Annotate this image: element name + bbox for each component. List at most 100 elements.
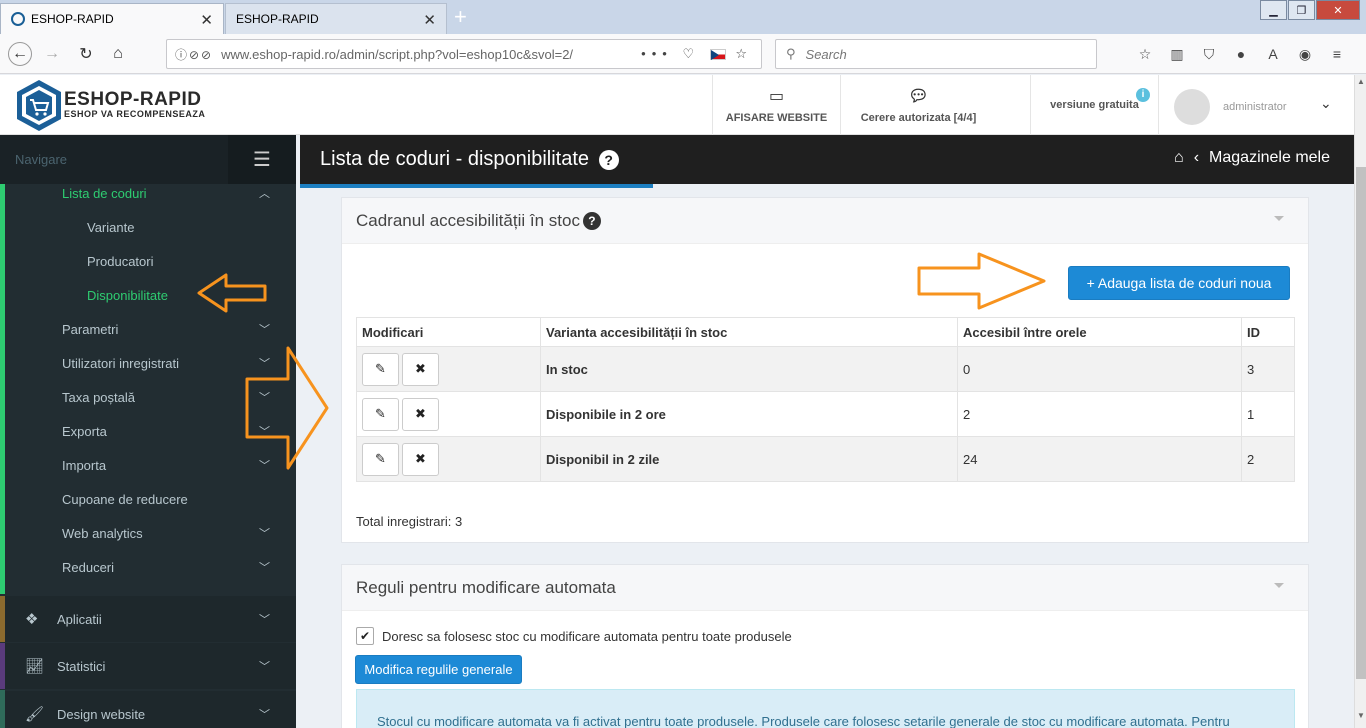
chevron-down-icon: ﹀ — [259, 528, 270, 540]
search-placeholder: Search — [805, 46, 847, 62]
scroll-up-icon[interactable]: ▲ — [1355, 77, 1366, 91]
collapse-icon[interactable] — [1274, 216, 1284, 221]
avatar[interactable] — [1174, 89, 1210, 125]
sidebar-item-parametri[interactable]: Parametri ﹀ — [5, 312, 296, 346]
stock-variant-name: Disponibile in 2 ore — [540, 391, 958, 437]
box-header: Reguli pentru modificare automata — [342, 565, 1308, 611]
edit-pencil-icon[interactable]: ✎ — [362, 397, 399, 431]
table-row: ✎ ✖ Disponibil in 2 zile 24 2 — [356, 436, 1295, 482]
sidebar-item-web-analytics[interactable]: Web analytics ﹀ — [5, 516, 296, 550]
reload-icon[interactable]: ↻ — [74, 42, 98, 66]
delete-x-icon[interactable]: ✖ — [402, 397, 439, 431]
stock-variant-name: Disponibil in 2 zile — [540, 436, 958, 482]
new-tab-icon[interactable]: + — [454, 4, 467, 30]
navigation-label: Navigare — [15, 152, 68, 167]
search-icon: ⚲ — [786, 46, 796, 61]
chevron-down-icon: ﹀ — [259, 562, 270, 574]
sidebar-section-label: Design website — [57, 706, 146, 722]
sidebar-item-cupoane[interactable]: Cupoane de reducere — [5, 482, 296, 516]
czech-flag-icon[interactable] — [709, 49, 726, 61]
auto-stock-checkbox[interactable]: ✔ — [356, 627, 374, 645]
pocket-icon[interactable]: ♡ — [682, 46, 700, 61]
bookmarks-icon[interactable]: ☆ — [1136, 46, 1154, 63]
app-header: ESHOP-RAPID ESHOP VA RECOMPENSEAZA ▭ AFI… — [0, 75, 1354, 135]
sidebar-item-reduceri[interactable]: Reduceri ﹀ — [5, 550, 296, 584]
close-tab-icon[interactable]: ✕ — [423, 11, 436, 29]
annotation-arrow-left-icon — [197, 273, 267, 313]
sidebar-section-statistici[interactable]: 📈︎ Statistici ﹀ — [5, 643, 296, 689]
sidebar-item-variante[interactable]: Variante — [5, 210, 296, 244]
scroll-down-icon[interactable]: ▼ — [1355, 711, 1366, 725]
chevron-down-icon: ﹀ — [259, 661, 270, 673]
edit-general-rules-button[interactable]: Modifica regulile generale — [355, 655, 522, 684]
box-title: Cadranul accesibilității în stoc — [356, 210, 580, 230]
minimize-icon[interactable]: ▁ — [1260, 0, 1287, 20]
delete-x-icon[interactable]: ✖ — [402, 352, 439, 386]
page-actions: ••• ♡ ☆ — [633, 46, 761, 62]
requests-button[interactable]: 💬︎ Cerere autorizata [4/4] — [840, 75, 996, 135]
close-tab-icon[interactable]: ✕ — [200, 11, 213, 29]
maximize-icon[interactable]: ❐ — [1288, 0, 1315, 20]
eshop-logo-icon[interactable] — [14, 78, 64, 133]
forward-icon[interactable]: → — [40, 42, 64, 66]
sidebar-section-aplicatii[interactable]: ❖ Aplicatii ﹀ — [5, 596, 296, 642]
chevron-up-icon: ︿ — [259, 188, 270, 200]
browser-navbar: ← → ↻ ⌂ ⓘ⊘⊘ www.eshop-rapid.ro/admin/scr… — [0, 34, 1366, 74]
auto-rules-box: Reguli pentru modificare automata ✔ Dore… — [341, 564, 1309, 728]
more-actions-icon[interactable]: ••• — [641, 46, 673, 61]
translate-icon[interactable]: A — [1264, 46, 1282, 63]
show-website-label: AFISARE WEBSITE — [725, 112, 828, 124]
sidebar-item-label: Utilizatori inregistrati — [62, 355, 180, 371]
help-icon[interactable]: ? — [598, 149, 619, 170]
stock-id: 1 — [1241, 391, 1295, 437]
chat-icon: 💬︎ — [908, 88, 929, 105]
site-info-icon[interactable]: ⓘ⊘⊘ — [175, 46, 213, 63]
version-badge[interactable]: versiune gratuita — [1030, 75, 1158, 135]
edit-pencil-icon[interactable]: ✎ — [362, 442, 399, 476]
delete-x-icon[interactable]: ✖ — [402, 442, 439, 476]
menu-icon[interactable]: ≡ — [1328, 46, 1346, 63]
collapse-icon[interactable] — [1274, 583, 1284, 588]
stock-table: Modificari Varianta accesibilității în s… — [356, 317, 1295, 482]
sidebar-item-label: Taxa poștală — [62, 389, 135, 405]
user-name[interactable]: administrator — [1223, 101, 1287, 113]
chevron-down-icon[interactable]: ⌄ — [1320, 95, 1332, 112]
help-icon[interactable]: ? — [582, 211, 601, 230]
bookmark-star-icon[interactable]: ☆ — [735, 46, 753, 61]
account-icon[interactable]: ◉ — [1296, 46, 1314, 63]
home-icon[interactable]: ⌂ — [1174, 149, 1184, 167]
cubes-icon: ❖ — [25, 611, 39, 628]
total-records: Total inregistrari: 3 — [356, 514, 463, 529]
adblock-icon[interactable]: ● — [1232, 46, 1250, 63]
browser-tab-inactive[interactable]: ESHOP-RAPID ✕ — [225, 3, 447, 34]
line-chart-icon: 📈︎ — [25, 658, 45, 675]
search-input[interactable]: ⚲ Search — [775, 39, 1097, 69]
add-code-list-button[interactable]: + Adauga lista de coduri noua — [1068, 266, 1290, 300]
back-icon[interactable]: ← — [8, 42, 32, 66]
stock-hours: 2 — [957, 391, 1242, 437]
page-title-bar: Lista de coduri - disponibilitate ? ⌂ ‹ … — [300, 135, 1354, 188]
close-window-icon[interactable]: ✕ — [1316, 0, 1360, 20]
column-header: Modificari — [356, 317, 541, 347]
browser-tab-active[interactable]: ESHOP-RAPID ✕ — [0, 3, 224, 34]
sidebar-item-lista-de-coduri[interactable]: Lista de coduri ︿ — [5, 176, 296, 210]
show-website-button[interactable]: ▭ AFISARE WEBSITE — [712, 75, 840, 135]
sidebar-item-label: Variante — [87, 219, 135, 235]
requests-label: Cerere autorizata [4/4] — [860, 112, 977, 124]
edit-pencil-icon[interactable]: ✎ — [362, 352, 399, 386]
chevron-down-icon: ﹀ — [259, 324, 270, 336]
sidebar-item-label: Cupoane de reducere — [62, 491, 188, 507]
annotation-arrow-right-icon — [245, 346, 329, 470]
sidebar-toggle-icon[interactable]: ▥ — [1168, 46, 1186, 63]
page-title-text: Lista de coduri - disponibilitate — [320, 148, 590, 170]
home-icon[interactable]: ⌂ — [106, 42, 130, 66]
chevron-down-icon: ﹀ — [259, 709, 270, 721]
breadcrumb-link[interactable]: Magazinele mele — [1209, 149, 1330, 167]
scrollbar-thumb[interactable] — [1356, 167, 1366, 679]
ublock-icon[interactable]: ⛉ — [1200, 46, 1218, 63]
info-icon[interactable]: i — [1136, 88, 1150, 102]
sidebar-section-design-website[interactable]: 🖌︎ Design website ﹀ — [5, 691, 296, 728]
page-scrollbar[interactable]: ▲ ▼ — [1354, 75, 1366, 728]
table-header-row: Modificari Varianta accesibilității în s… — [356, 317, 1295, 347]
url-bar[interactable]: ⓘ⊘⊘ www.eshop-rapid.ro/admin/script.php?… — [166, 39, 762, 69]
